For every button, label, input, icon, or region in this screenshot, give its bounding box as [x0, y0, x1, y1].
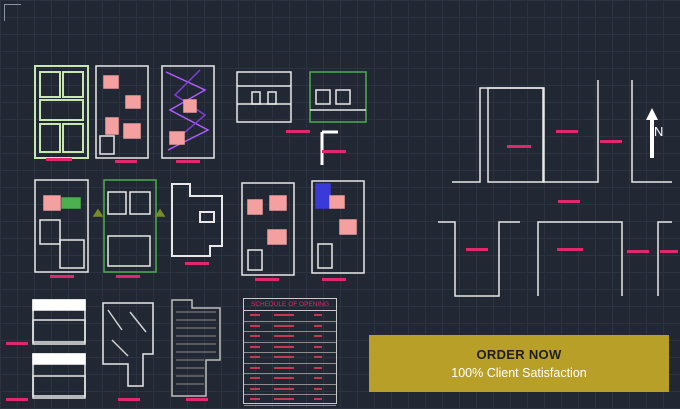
site-tag [557, 248, 583, 251]
plan-tag [255, 278, 279, 281]
floor-plan-5 [92, 179, 166, 273]
plan-tag [176, 160, 200, 163]
elevation-1 [236, 71, 292, 123]
schedule-row [244, 385, 336, 395]
site-tag [600, 140, 622, 143]
site-tag [507, 145, 531, 148]
plan-tag [185, 262, 209, 265]
plan-tag [186, 398, 208, 401]
floor-plan-2 [95, 65, 149, 159]
schedule-row [244, 395, 336, 406]
site-tag [556, 130, 578, 133]
floor-plan-3 [161, 65, 215, 159]
site-tag [558, 200, 580, 203]
floor-plan-7 [241, 182, 295, 276]
floor-plan-4 [34, 179, 89, 273]
plan-tag [50, 275, 74, 278]
roof-plan-1 [102, 302, 154, 387]
plan-tag [118, 398, 140, 401]
floor-plan-8 [311, 180, 365, 274]
schedule-row [244, 322, 336, 332]
satisfaction-label: 100% Client Satisfaction [451, 366, 587, 380]
plan-tag [46, 158, 72, 161]
elevation-2 [309, 71, 367, 123]
site-plan [438, 80, 672, 297]
plan-tag [6, 398, 28, 401]
roof-plan-2 [171, 299, 221, 397]
cad-model-space[interactable]: SCHEDULE OF OPENING N ORDER NOW 100% Cli… [0, 0, 680, 409]
plan-tag [322, 278, 346, 281]
schedule-row [244, 343, 336, 353]
plan-tag [116, 275, 140, 278]
site-tag [627, 250, 649, 253]
plan-tag [115, 160, 137, 163]
schedule-row [244, 364, 336, 374]
site-tag [466, 248, 488, 251]
plan-tag [286, 130, 310, 133]
north-label: N [654, 124, 664, 139]
schedule-row [244, 311, 336, 322]
order-now-banner[interactable]: ORDER NOW 100% Client Satisfaction [369, 335, 669, 392]
section-mark [320, 130, 338, 165]
schedule-row [244, 353, 336, 364]
site-tag [660, 250, 678, 253]
schedule-row [244, 374, 336, 385]
floor-plan-6 [171, 183, 223, 257]
plan-tag [6, 342, 28, 345]
plan-tag [322, 150, 346, 153]
order-now-label: ORDER NOW [476, 347, 562, 362]
schedule-table: SCHEDULE OF OPENING [243, 298, 337, 406]
schedule-row [244, 332, 336, 343]
schedule-title: SCHEDULE OF OPENING [244, 299, 336, 311]
floor-plan-1 [34, 65, 89, 159]
elevation-3 [32, 299, 86, 399]
